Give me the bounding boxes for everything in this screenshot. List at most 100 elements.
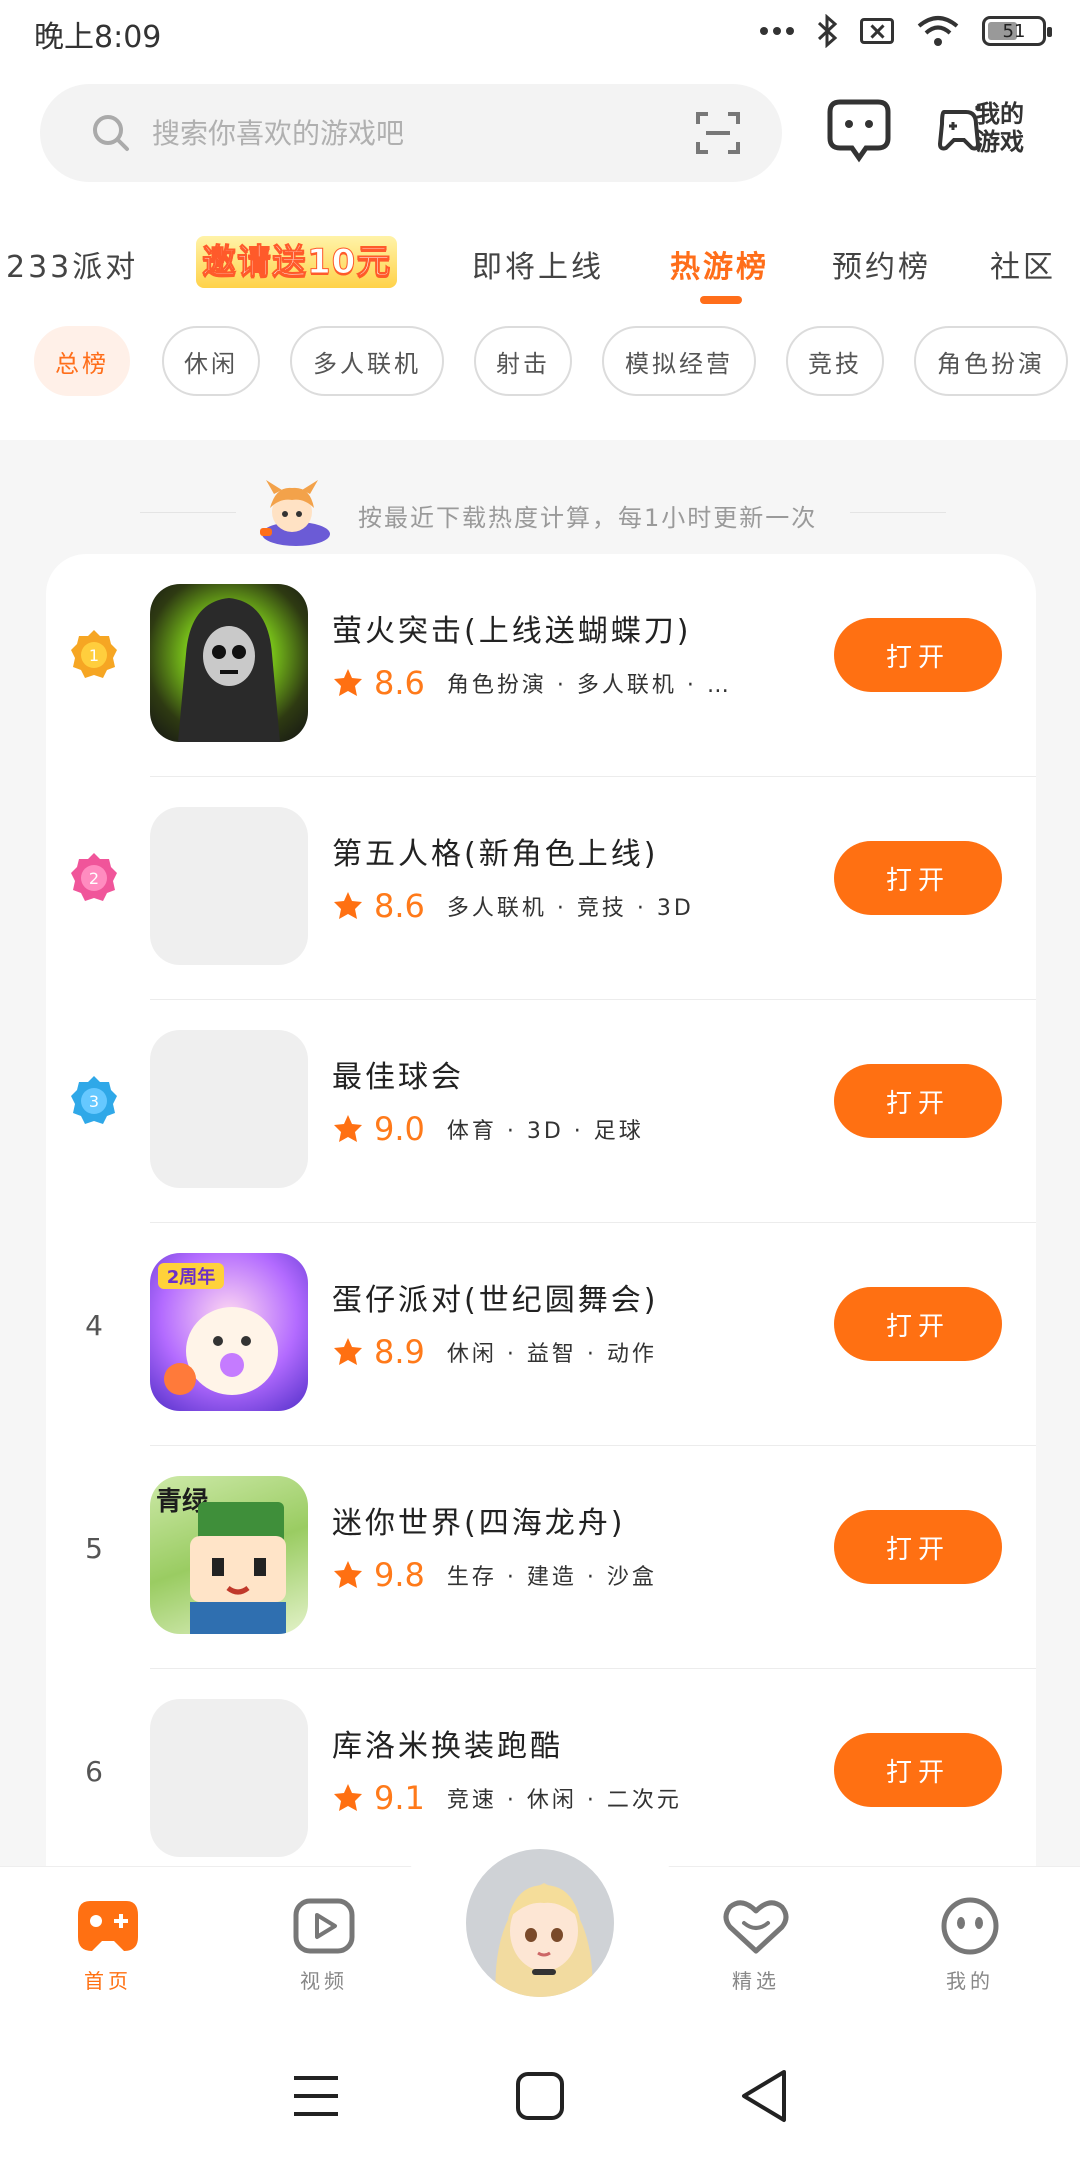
game-title: 第五人格(新角色上线) <box>332 837 659 872</box>
svg-text:1: 1 <box>89 646 99 665</box>
open-button[interactable]: 打开 <box>834 1510 1002 1584</box>
ranking-card: 1 萤火突击(上线送蝴蝶刀) 8.6 角色扮演 · 多人联机 · … 打开 2 … <box>46 554 1036 1934</box>
nav-video-label: 视频 <box>300 1969 348 1993</box>
video-play-icon <box>293 1898 355 1954</box>
bluetooth-icon <box>817 14 838 48</box>
svg-text:2周年: 2周年 <box>167 1266 216 1288</box>
bronze-medal-icon: 3 <box>71 1076 117 1124</box>
tab-reservation[interactable]: 预约榜 <box>832 242 931 286</box>
game-row[interactable]: 2 第五人格(新角色上线) 8.6 多人联机 · 竞技 · 3D 打开 <box>46 777 1036 1000</box>
rank-2-medal: 2 <box>68 849 120 909</box>
game-icon[interactable]: 2周年 <box>150 1253 308 1411</box>
game-tags: 休闲 · 益智 · 动作 <box>446 1342 657 1367</box>
more-dots-icon <box>760 27 794 35</box>
game-meta: 9.8 生存 · 建造 · 沙盒 <box>332 1556 657 1594</box>
search-bar[interactable] <box>40 84 782 182</box>
game-meta: 9.0 体育 · 3D · 足球 <box>332 1110 644 1148</box>
chip-competitive[interactable]: 竞技 <box>786 326 884 396</box>
game-row[interactable]: 3 最佳球会 9.0 体育 · 3D · 足球 打开 <box>46 1000 1036 1223</box>
star-icon <box>334 1115 362 1142</box>
tab-hot-games[interactable]: 热游榜 <box>670 242 769 286</box>
rank-number: 4 <box>85 1308 103 1342</box>
svg-text:2: 2 <box>89 869 99 888</box>
tab-community[interactable]: 社区 <box>990 242 1056 286</box>
game-icon[interactable] <box>150 807 308 965</box>
silver-medal-icon: 2 <box>71 853 117 901</box>
game-score: 9.1 <box>374 1779 425 1817</box>
rank-number: 5 <box>85 1531 103 1565</box>
home-square-icon[interactable] <box>510 2066 570 2126</box>
game-row[interactable]: 4 2周年 蛋仔派对(世纪圆舞会) 8.9 休闲 · 益智 · 动作 打开 <box>46 1223 1036 1446</box>
chip-rpg[interactable]: 角色扮演 <box>914 326 1068 396</box>
star-icon <box>334 1784 362 1811</box>
status-icons: 51 <box>760 14 1052 48</box>
game-score: 8.6 <box>374 664 425 702</box>
message-icon[interactable] <box>826 98 892 164</box>
open-button[interactable]: 打开 <box>834 1287 1002 1361</box>
chip-all[interactable]: 总榜 <box>34 326 130 396</box>
game-meta: 8.6 角色扮演 · 多人联机 · … <box>332 664 732 702</box>
wifi-icon <box>917 16 959 46</box>
game-icon[interactable] <box>150 1699 308 1857</box>
chip-simulation[interactable]: 模拟经营 <box>602 326 756 396</box>
tab-invite-promo[interactable]: 邀请送10元 <box>196 236 398 288</box>
soldier-artwork <box>178 598 280 742</box>
divider <box>850 512 946 513</box>
no-sim-icon <box>860 18 894 44</box>
search-input[interactable] <box>152 84 712 182</box>
open-button[interactable]: 打开 <box>834 1733 1002 1807</box>
game-title: 萤火突击(上线送蝴蝶刀) <box>332 614 692 649</box>
game-tags: 生存 · 建造 · 沙盒 <box>446 1565 657 1590</box>
game-tags: 体育 · 3D · 足球 <box>446 1119 644 1144</box>
heart-chat-icon <box>723 1900 789 1954</box>
back-triangle-icon[interactable] <box>734 2066 794 2126</box>
system-navigation-bar <box>0 2032 1080 2160</box>
open-button[interactable]: 打开 <box>834 1064 1002 1138</box>
chip-shooter[interactable]: 射击 <box>474 326 572 396</box>
search-icon <box>93 115 129 151</box>
star-icon <box>334 1561 362 1588</box>
game-row[interactable]: 1 萤火突击(上线送蝴蝶刀) 8.6 角色扮演 · 多人联机 · … 打开 <box>46 554 1036 777</box>
game-title: 蛋仔派对(世纪圆舞会) <box>332 1283 659 1318</box>
menu-icon[interactable] <box>286 2066 346 2126</box>
tab-invite-promo-label: 邀请送10元 <box>201 242 392 283</box>
nav-featured-label: 精选 <box>732 1969 780 1993</box>
ranking-notice: 按最近下载热度计算，每1小时更新一次 <box>0 460 1080 546</box>
nav-featured[interactable]: 精选 <box>696 1895 816 2005</box>
game-meta: 8.9 休闲 · 益智 · 动作 <box>332 1333 657 1371</box>
star-icon <box>334 892 362 919</box>
game-tags: 多人联机 · 竞技 · 3D <box>446 896 694 921</box>
game-meta: 9.1 竞速 · 休闲 · 二次元 <box>332 1779 682 1817</box>
open-button[interactable]: 打开 <box>834 841 1002 915</box>
tab-coming-soon[interactable]: 即将上线 <box>472 242 604 286</box>
battery-icon: 51 <box>982 16 1052 46</box>
game-row[interactable]: 5 青绿 迷你世界(四海龙舟) 9.8 生存 · 建造 · 沙盒 打开 <box>46 1446 1036 1669</box>
tab-233-party[interactable]: 233派对 <box>6 242 138 286</box>
my-games-label: 我的 游戏 <box>976 100 1024 156</box>
chip-multiplayer[interactable]: 多人联机 <box>290 326 444 396</box>
game-icon[interactable] <box>150 1030 308 1188</box>
mascot-icon <box>260 480 330 546</box>
rank-1-medal: 1 <box>68 626 120 686</box>
my-games-button[interactable]: 我的 游戏 <box>936 92 1056 168</box>
game-icon[interactable]: 青绿 <box>150 1476 308 1634</box>
star-icon <box>334 1338 362 1365</box>
nav-home-label: 首页 <box>84 1969 132 1993</box>
rank-number: 6 <box>85 1754 103 1788</box>
bottom-navigation: 首页 视频 精选 我的 <box>0 1843 1080 2030</box>
open-button[interactable]: 打开 <box>834 618 1002 692</box>
svg-text:3: 3 <box>89 1092 99 1111</box>
game-meta: 8.6 多人联机 · 竞技 · 3D <box>332 887 694 925</box>
scan-icon[interactable] <box>694 110 742 156</box>
game-tags: 竞速 · 休闲 · 二次元 <box>446 1788 682 1813</box>
category-tabs: 233派对 邀请送10元 即将上线 热游榜 预约榜 社区 <box>0 230 1080 310</box>
gold-medal-icon: 1 <box>71 630 117 678</box>
chip-casual[interactable]: 休闲 <box>162 326 260 396</box>
nav-profile[interactable]: 我的 <box>910 1895 1030 2005</box>
game-title: 库洛米换装跑酷 <box>332 1729 563 1764</box>
avatar[interactable] <box>462 1845 618 2001</box>
nav-home[interactable]: 首页 <box>48 1895 168 2005</box>
game-score: 8.9 <box>374 1333 425 1371</box>
nav-video[interactable]: 视频 <box>264 1895 384 2005</box>
game-icon[interactable] <box>150 584 308 742</box>
